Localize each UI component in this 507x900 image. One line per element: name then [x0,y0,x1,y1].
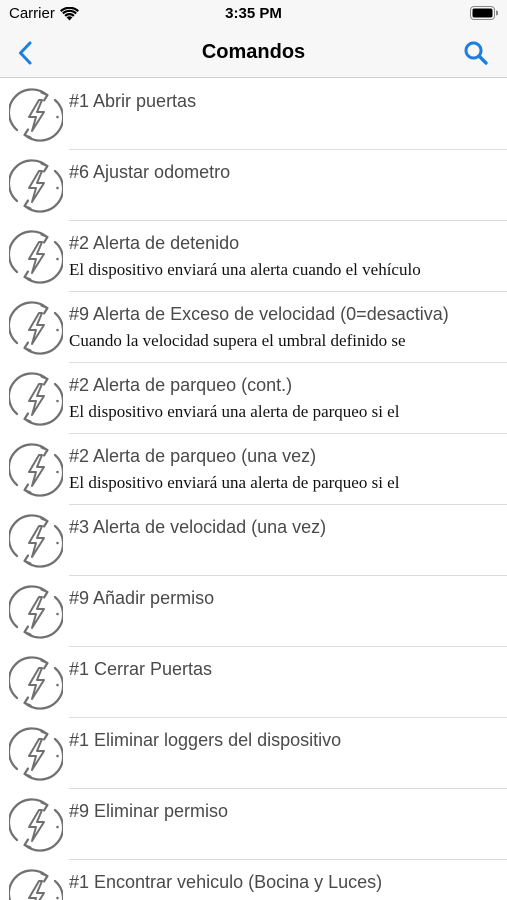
command-title: #1 Eliminar loggers del dispositivo [69,730,342,750]
command-bolt-icon [9,301,63,355]
command-row[interactable]: #6 Ajustar odometro [0,150,507,221]
command-title: #2 Alerta de parqueo (cont.) [69,375,293,395]
command-bolt-icon [9,514,63,568]
command-bolt-icon [9,443,63,497]
command-row[interactable]: #1 Encontrar vehiculo (Bocina y Luces) [0,860,507,900]
command-title: #3 Alerta de velocidad (una vez) [69,517,327,537]
page-title: Comandos [201,41,306,63]
status-time: 3:35 PM [225,5,282,22]
search-button[interactable] [461,38,491,68]
command-bolt-icon [9,230,63,284]
command-title: #2 Alerta de detenido [69,233,240,253]
command-title: #9 Eliminar permiso [69,801,229,821]
command-title: #9 Añadir permiso [69,588,215,608]
battery-icon [470,6,499,20]
navigation-bar: Comandos [0,28,507,78]
command-title: #9 Alerta de Exceso de velocidad (0=desa… [69,304,449,324]
command-row[interactable]: #2 Alerta de parqueo (una vez) El dispos… [0,434,507,505]
search-icon [464,41,488,65]
command-row[interactable]: #9 Eliminar permiso [0,789,507,860]
command-row[interactable]: #3 Alerta de velocidad (una vez) [0,505,507,576]
command-bolt-icon [9,585,63,639]
command-description: Cuando la velocidad supera el umbral def… [69,331,406,350]
command-title: #2 Alerta de parqueo (una vez) [69,446,317,466]
command-bolt-icon [9,88,63,142]
command-bolt-icon [9,372,63,426]
command-title: #1 Abrir puertas [69,91,197,111]
command-title: #1 Encontrar vehiculo (Bocina y Luces) [69,872,383,892]
command-list: #1 Abrir puertas #6 Ajustar odometro #2 … [0,79,507,900]
command-row[interactable]: #1 Cerrar Puertas [0,647,507,718]
command-title: #1 Cerrar Puertas [69,659,213,679]
command-bolt-icon [9,798,63,852]
command-bolt-icon [9,656,63,710]
command-row[interactable]: #1 Abrir puertas [0,79,507,150]
battery-indicator [470,6,499,25]
command-row[interactable]: #1 Eliminar loggers del dispositivo [0,718,507,789]
status-bar: Carrier 3:35 PM [0,0,507,28]
command-bolt-icon [9,869,63,900]
command-bolt-icon [9,727,63,781]
command-row[interactable]: #2 Alerta de parqueo (cont.) El disposit… [0,363,507,434]
command-row[interactable]: #9 Añadir permiso [0,576,507,647]
command-row[interactable]: #2 Alerta de detenido El dispositivo env… [0,221,507,292]
command-row[interactable]: #9 Alerta de Exceso de velocidad (0=desa… [0,292,507,363]
screen: Carrier 3:35 PM Comandos #1 Abrir puerta… [0,0,507,900]
command-description: El dispositivo enviará una alerta de par… [69,473,400,492]
command-bolt-icon [9,159,63,213]
command-title: #6 Ajustar odometro [69,162,231,182]
command-description: El dispositivo enviará una alerta cuando… [69,260,421,279]
command-description: El dispositivo enviará una alerta de par… [69,402,400,421]
